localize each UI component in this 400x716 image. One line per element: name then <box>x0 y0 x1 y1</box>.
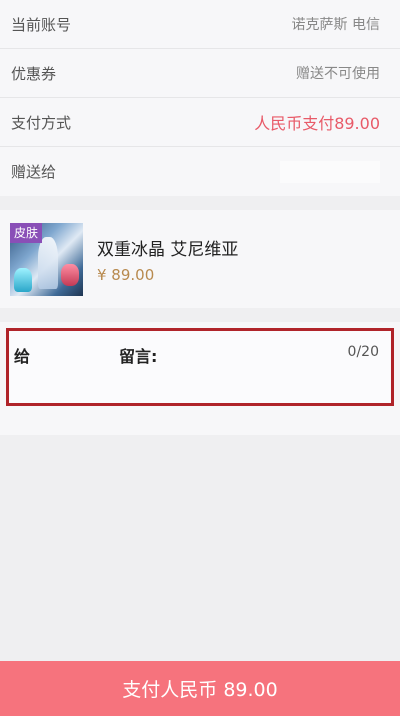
gift-recipient-value[interactable] <box>280 160 380 183</box>
message-label: 留言: <box>119 347 158 366</box>
section-divider <box>0 308 400 322</box>
payment-method-value: 人民币支付89.00 <box>254 114 380 133</box>
account-value: 诺克萨斯 电信 <box>291 17 380 33</box>
account-label: 当前账号 <box>11 15 72 34</box>
coupon-value: 赠送不可使用 <box>296 66 380 82</box>
empty-area <box>0 435 400 667</box>
gift-recipient-label: 赠送给 <box>11 163 57 181</box>
coupon-row[interactable]: 优惠券 赠送不可使用 <box>0 49 400 98</box>
gift-recipient-row[interactable]: 赠送给 <box>0 147 400 196</box>
coupon-label: 优惠券 <box>11 64 57 83</box>
fire-crystal-graphic <box>61 263 79 286</box>
message-input-box[interactable]: 给 留言: 0/20 <box>6 328 394 406</box>
product-item: 皮肤 双重冰晶 艾尼维亚 ¥ 89.00 <box>0 210 400 308</box>
message-to-label: 给 <box>14 347 31 366</box>
payment-method-label: 支付方式 <box>11 113 72 132</box>
skin-tag-badge: 皮肤 <box>10 222 43 243</box>
product-name: 双重冰晶 艾尼维亚 <box>97 239 239 260</box>
message-section: 给 留言: 0/20 <box>0 322 400 435</box>
message-char-count: 0/20 <box>347 344 379 360</box>
product-info: 双重冰晶 艾尼维亚 ¥ 89.00 <box>97 235 238 284</box>
product-thumbnail: 皮肤 <box>10 222 83 296</box>
account-row: 当前账号 诺克萨斯 电信 <box>0 0 400 49</box>
section-divider <box>0 196 400 210</box>
ice-crystal-graphic <box>14 267 32 292</box>
pay-button[interactable]: 支付人民币 89.00 <box>0 661 400 716</box>
product-price: ¥ 89.00 <box>97 265 155 284</box>
order-info-list: 当前账号 诺克萨斯 电信 优惠券 赠送不可使用 支付方式 人民币支付89.00 … <box>0 0 400 196</box>
payment-method-row[interactable]: 支付方式 人民币支付89.00 <box>0 98 400 147</box>
champion-figure-graphic <box>38 236 58 289</box>
